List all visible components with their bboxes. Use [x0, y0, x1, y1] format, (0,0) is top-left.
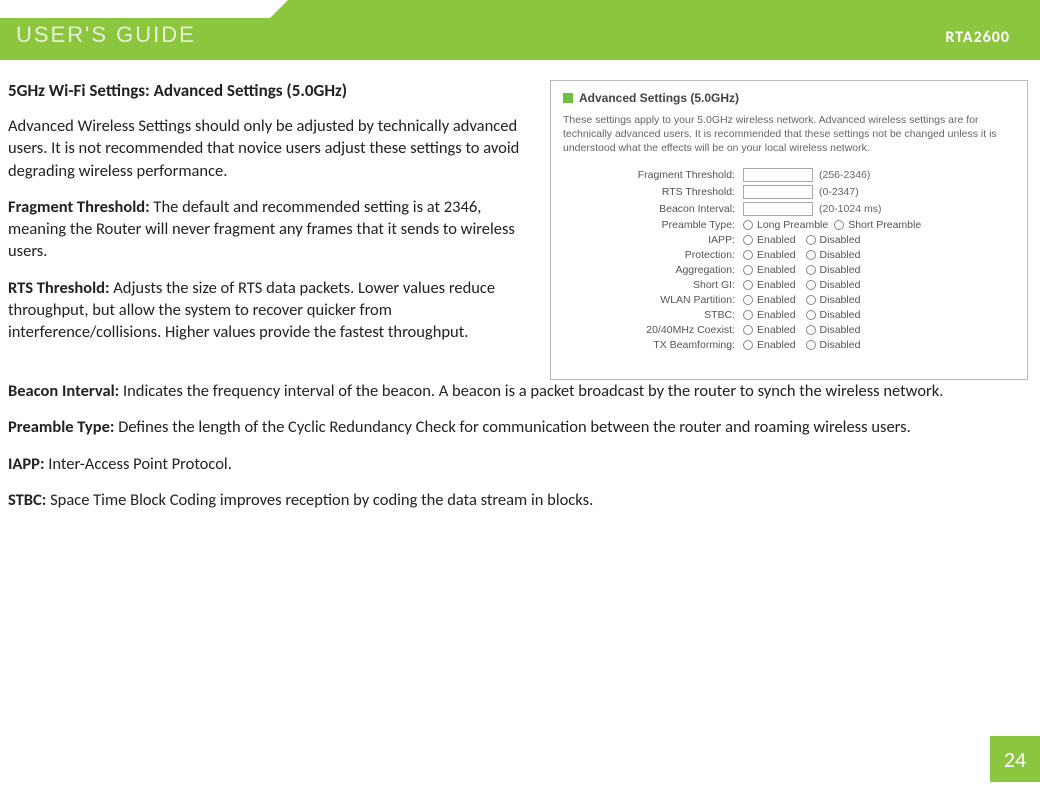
radio-icon[interactable]: [806, 325, 816, 335]
radio-icon[interactable]: [806, 235, 816, 245]
opt-coexist-enabled: Enabled: [757, 324, 796, 336]
row-wlan: WLAN Partition: Enabled Disabled: [623, 294, 1015, 306]
settings-screenshot: Advanced Settings (5.0GHz) These setting…: [550, 80, 1028, 380]
page-number: 24: [990, 736, 1040, 782]
row-stbc: STBC: Enabled Disabled: [623, 309, 1015, 321]
opt-txbeam-disabled: Disabled: [820, 339, 861, 351]
lbl-aggregation: Aggregation:: [623, 264, 743, 276]
lbl-beacon: Beacon Interval:: [623, 203, 743, 215]
input-rts[interactable]: [743, 185, 813, 199]
opt-aggregation-enabled: Enabled: [757, 264, 796, 276]
hint-rts: (0-2347): [819, 186, 859, 198]
radio-icon[interactable]: [806, 265, 816, 275]
row-coexist: 20/40MHz Coexist: Enabled Disabled: [623, 324, 1015, 336]
beacon-label: Beacon Interval:: [8, 381, 119, 401]
screenshot-title: Advanced Settings (5.0GHz): [579, 91, 739, 105]
green-square-icon: [563, 93, 573, 103]
radio-icon[interactable]: [806, 295, 816, 305]
beacon-paragraph: Beacon Interval: Indicates the frequency…: [8, 380, 1028, 402]
opt-txbeam-enabled: Enabled: [757, 339, 796, 351]
beacon-text: Indicates the frequency interval of the …: [119, 381, 943, 401]
body-left-column: 5GHz Wi-Fi Settings: Advanced Settings (…: [8, 80, 540, 380]
page-header: USER'S GUIDE RTA2600: [0, 0, 1040, 60]
row-shortgi: Short GI: Enabled Disabled: [623, 279, 1015, 291]
radio-icon[interactable]: [743, 220, 753, 230]
opt-protection-enabled: Enabled: [757, 249, 796, 261]
radio-icon[interactable]: [743, 340, 753, 350]
stbc-paragraph: STBC: Space Time Block Coding improves r…: [8, 489, 1028, 511]
opt-protection-disabled: Disabled: [820, 249, 861, 261]
lbl-txbeam: TX Beamforming:: [623, 339, 743, 351]
section-title: 5GHz Wi-Fi Settings: Advanced Settings (…: [8, 80, 540, 101]
lbl-coexist: 20/40MHz Coexist:: [623, 324, 743, 336]
lbl-wlan: WLAN Partition:: [623, 294, 743, 306]
model-number: RTA2600: [945, 28, 1010, 47]
iapp-label: IAPP:: [8, 454, 45, 474]
radio-icon[interactable]: [743, 235, 753, 245]
stbc-label: STBC:: [8, 490, 46, 510]
lbl-protection: Protection:: [623, 249, 743, 261]
rts-paragraph: RTS Threshold: Adjusts the size of RTS d…: [8, 277, 540, 344]
row-fragment: Fragment Threshold: (256-2346): [623, 168, 1015, 182]
lbl-iapp: IAPP:: [623, 234, 743, 246]
radio-icon[interactable]: [743, 310, 753, 320]
lbl-rts: RTS Threshold:: [623, 186, 743, 198]
opt-iapp-enabled: Enabled: [757, 234, 796, 246]
lbl-stbc: STBC:: [623, 309, 743, 321]
radio-icon[interactable]: [743, 265, 753, 275]
preamble-text: Defines the length of the Cyclic Redunda…: [114, 417, 910, 437]
input-beacon[interactable]: [743, 202, 813, 216]
row-protection: Protection: Enabled Disabled: [623, 249, 1015, 261]
screenshot-description: These settings apply to your 5.0GHz wire…: [563, 113, 1015, 156]
lbl-shortgi: Short GI:: [623, 279, 743, 291]
doc-title: USER'S GUIDE: [16, 22, 196, 48]
opt-short-preamble: Short Preamble: [848, 219, 921, 231]
opt-coexist-disabled: Disabled: [820, 324, 861, 336]
radio-icon[interactable]: [806, 250, 816, 260]
row-txbeam: TX Beamforming: Enabled Disabled: [623, 339, 1015, 351]
lbl-fragment: Fragment Threshold:: [623, 169, 743, 181]
input-fragment[interactable]: [743, 168, 813, 182]
opt-wlan-enabled: Enabled: [757, 294, 796, 306]
row-beacon: Beacon Interval: (20-1024 ms): [623, 202, 1015, 216]
row-preamble: Preamble Type: Long Preamble Short Pream…: [623, 219, 1015, 231]
preamble-label: Preamble Type:: [8, 417, 114, 437]
opt-iapp-disabled: Disabled: [820, 234, 861, 246]
header-tab-decoration: [0, 0, 270, 18]
opt-long-preamble: Long Preamble: [757, 219, 828, 231]
radio-icon[interactable]: [806, 340, 816, 350]
row-iapp: IAPP: Enabled Disabled: [623, 234, 1015, 246]
rts-label: RTS Threshold:: [8, 278, 110, 298]
hint-beacon: (20-1024 ms): [819, 203, 881, 215]
fragment-label: Fragment Threshold:: [8, 197, 150, 217]
radio-icon[interactable]: [806, 280, 816, 290]
hint-fragment: (256-2346): [819, 169, 870, 181]
opt-shortgi-disabled: Disabled: [820, 279, 861, 291]
radio-icon[interactable]: [743, 250, 753, 260]
iapp-text: Inter-Access Point Protocol.: [45, 454, 232, 474]
intro-paragraph: Advanced Wireless Settings should only b…: [8, 115, 540, 182]
stbc-text: Space Time Block Coding improves recepti…: [46, 490, 593, 510]
opt-stbc-disabled: Disabled: [820, 309, 861, 321]
opt-aggregation-disabled: Disabled: [820, 264, 861, 276]
screenshot-form: Fragment Threshold: (256-2346) RTS Thres…: [563, 168, 1015, 351]
iapp-paragraph: IAPP: Inter-Access Point Protocol.: [8, 453, 1028, 475]
preamble-paragraph: Preamble Type: Defines the length of the…: [8, 416, 1028, 438]
row-aggregation: Aggregation: Enabled Disabled: [623, 264, 1015, 276]
opt-wlan-disabled: Disabled: [820, 294, 861, 306]
radio-icon[interactable]: [743, 280, 753, 290]
radio-icon[interactable]: [743, 325, 753, 335]
radio-icon[interactable]: [743, 295, 753, 305]
radio-icon[interactable]: [834, 220, 844, 230]
row-rts: RTS Threshold: (0-2347): [623, 185, 1015, 199]
opt-shortgi-enabled: Enabled: [757, 279, 796, 291]
radio-icon[interactable]: [806, 310, 816, 320]
lbl-preamble: Preamble Type:: [623, 219, 743, 231]
screenshot-title-row: Advanced Settings (5.0GHz): [563, 91, 1015, 105]
opt-stbc-enabled: Enabled: [757, 309, 796, 321]
fragment-paragraph: Fragment Threshold: The default and reco…: [8, 196, 540, 263]
